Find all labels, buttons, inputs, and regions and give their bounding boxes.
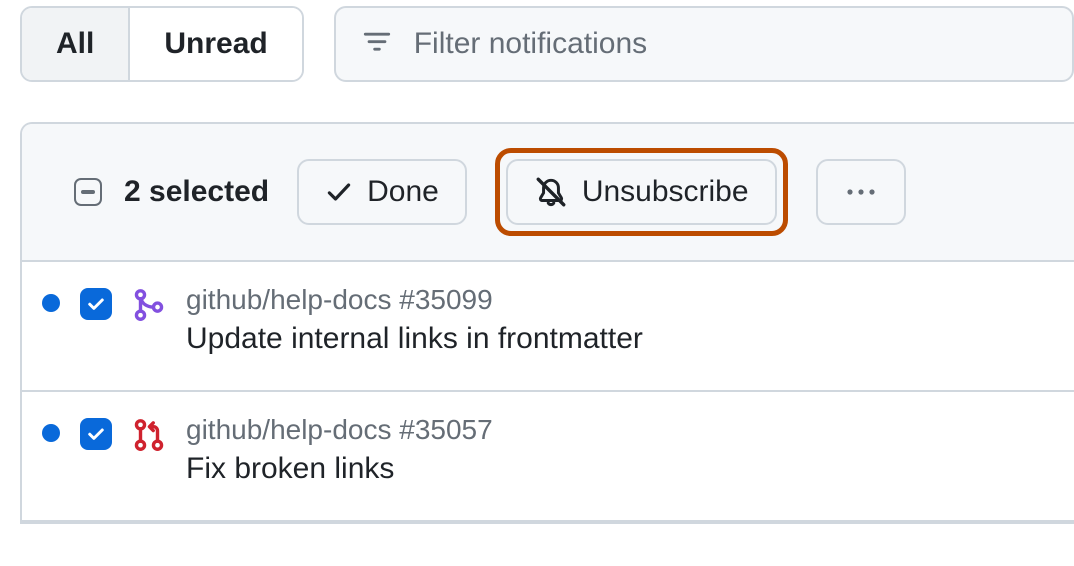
unsubscribe-highlight: Unsubscribe: [495, 148, 788, 236]
selected-count: 2 selected: [124, 175, 269, 209]
row-checkbox[interactable]: [80, 288, 112, 320]
filter-icon: [362, 29, 392, 59]
select-all-checkbox[interactable]: [74, 178, 102, 206]
tab-unread[interactable]: Unread: [128, 8, 301, 80]
unread-dot-icon: [42, 294, 60, 312]
unread-dot-icon: [42, 424, 60, 442]
repo-ref: github/help-docs #35099: [186, 284, 643, 316]
unsubscribe-label: Unsubscribe: [582, 175, 749, 209]
git-merge-icon: [132, 288, 166, 322]
kebab-icon: [844, 187, 878, 197]
filter-placeholder: Filter notifications: [414, 27, 647, 61]
more-actions-button[interactable]: [816, 159, 906, 225]
notification-row[interactable]: github/help-docs #35099 Update internal …: [22, 262, 1074, 392]
repo-ref: github/help-docs #35057: [186, 414, 493, 446]
inbox-tabs: All Unread: [20, 6, 304, 82]
done-button[interactable]: Done: [297, 159, 467, 225]
unsubscribe-button[interactable]: Unsubscribe: [506, 159, 777, 225]
git-pull-request-icon: [132, 418, 166, 452]
notification-row[interactable]: github/help-docs #35057 Fix broken links: [22, 392, 1074, 522]
top-bar: All Unread Filter notifications: [20, 0, 1074, 82]
notifications-list: 2 selected Done Unsubscribe: [20, 122, 1074, 524]
row-checkbox[interactable]: [80, 418, 112, 450]
bell-slash-icon: [534, 175, 568, 209]
done-label: Done: [367, 175, 439, 209]
notification-title: Update internal links in frontmatter: [186, 322, 643, 356]
filter-input[interactable]: Filter notifications: [334, 6, 1074, 82]
tab-all[interactable]: All: [22, 8, 128, 80]
notification-title: Fix broken links: [186, 452, 493, 486]
check-icon: [325, 178, 353, 206]
bulk-toolbar: 2 selected Done Unsubscribe: [22, 124, 1074, 262]
